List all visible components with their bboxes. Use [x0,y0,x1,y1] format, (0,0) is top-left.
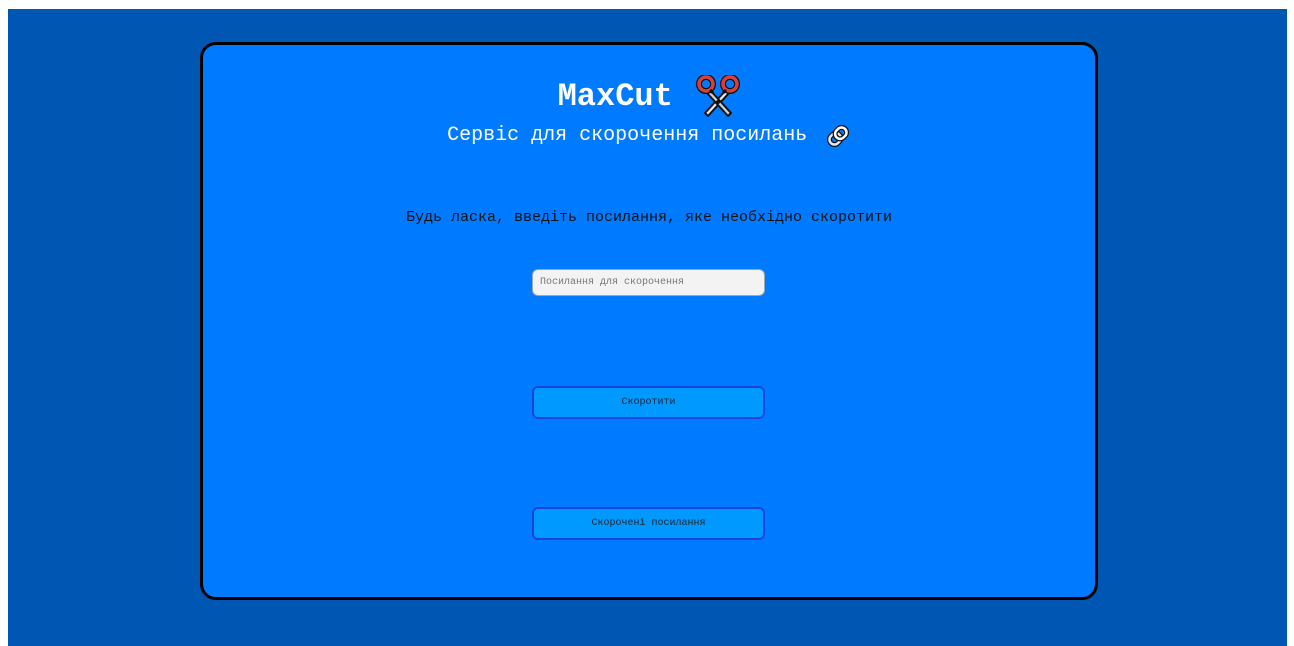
app-subtitle: Сервіс для скорочення посилань [447,124,808,147]
paperclip-icon [825,123,851,149]
app-title: MaxCut [557,78,673,115]
subtitle-row: Сервіс для скорочення посилань [203,121,1095,151]
main-card: MaxCut Сервіс для скорочення посилань Бу… [200,42,1098,600]
shortened-links-button[interactable]: Скорочені посилання [532,507,765,540]
title-row: MaxCut [203,72,1095,122]
shorten-button[interactable]: Скоротити [532,386,765,419]
instruction-text: Будь ласка, введіть посилання, яке необх… [405,209,893,226]
page-background: MaxCut Сервіс для скорочення посилань Бу… [8,9,1287,646]
url-input[interactable] [532,269,765,296]
scissors-icon [696,74,741,119]
